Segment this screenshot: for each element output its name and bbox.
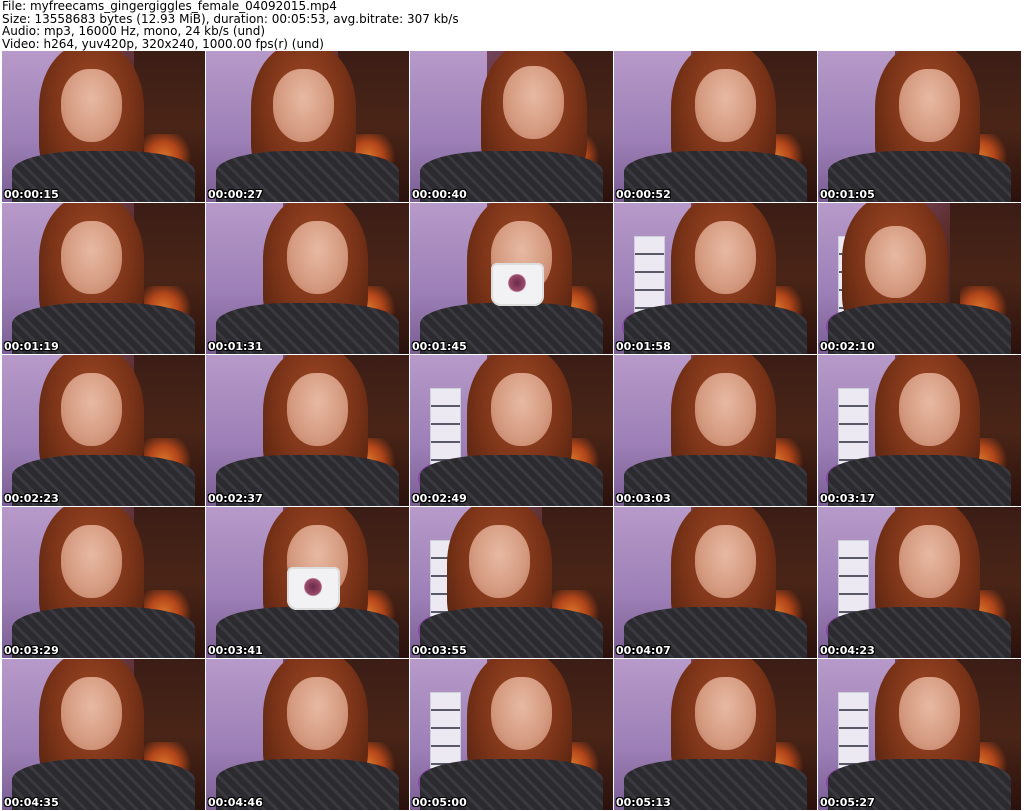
video-thumbnail: 00:05:00	[410, 659, 613, 810]
video-thumbnail: 00:03:29	[2, 507, 205, 658]
person-face	[287, 221, 349, 294]
thumbnail-timestamp: 00:01:19	[4, 340, 59, 353]
thumbnail-timestamp: 00:03:17	[820, 492, 875, 505]
video-thumbnail: 00:00:40	[410, 51, 613, 202]
person-face	[272, 69, 334, 142]
video-info-line: Video: h264, yuv420p, 320x240, 1000.00 f…	[2, 36, 324, 51]
thumbnail-grid: 00:00:15 00:00:27 00:00:40 00:00:52 00:01:05…	[2, 51, 1021, 810]
video-thumbnail: 00:02:10	[818, 203, 1021, 354]
video-thumbnail: 00:04:07	[614, 507, 817, 658]
thumbnail-timestamp: 00:02:49	[412, 492, 467, 505]
thumbnail-timestamp: 00:01:45	[412, 340, 467, 353]
person-face	[695, 373, 757, 446]
video-thumbnail: 00:00:27	[206, 51, 409, 202]
coffee-mug	[491, 263, 544, 306]
video-thumbnail: 00:03:55	[410, 507, 613, 658]
video-thumbnail: 00:02:37	[206, 355, 409, 506]
file-info-header: File: myfreecams_gingergiggles_female_04…	[2, 0, 1022, 50]
person-face	[60, 677, 122, 750]
thumbnail-timestamp: 00:02:23	[4, 492, 59, 505]
video-thumbnail: 00:01:05	[818, 51, 1021, 202]
person-face	[864, 225, 926, 299]
coffee-mug	[287, 567, 340, 610]
person-face	[60, 525, 122, 598]
thumbnail-timestamp: 00:04:23	[820, 644, 875, 657]
thumbnail-timestamp: 00:01:31	[208, 340, 263, 353]
thumbnail-timestamp: 00:03:29	[4, 644, 59, 657]
video-thumbnail: 00:00:15	[2, 51, 205, 202]
person-face	[287, 373, 349, 446]
person-face	[695, 677, 757, 750]
person-face	[899, 373, 961, 446]
video-thumbnail: 00:04:46	[206, 659, 409, 810]
video-thumbnail: 00:05:13	[614, 659, 817, 810]
person-face	[468, 525, 530, 598]
person-face	[60, 221, 122, 294]
person-face	[491, 677, 553, 750]
video-thumbnail: 00:01:31	[206, 203, 409, 354]
video-thumbnail: 00:04:35	[2, 659, 205, 810]
video-thumbnail: 00:01:19	[2, 203, 205, 354]
person-face	[899, 525, 961, 598]
thumbnail-timestamp: 00:00:40	[412, 188, 467, 201]
thumbnail-timestamp: 00:03:03	[616, 492, 671, 505]
thumbnail-timestamp: 00:02:10	[820, 340, 875, 353]
person-face	[695, 69, 757, 142]
person-face	[60, 373, 122, 446]
video-thumbnail: 00:03:17	[818, 355, 1021, 506]
person-face	[695, 221, 757, 294]
audio-info-line: Audio: mp3, 16000 Hz, mono, 24 kb/s (und…	[2, 24, 266, 38]
thumbnail-timestamp: 00:01:05	[820, 188, 875, 201]
thumbnail-timestamp: 00:03:41	[208, 644, 263, 657]
thumbnail-timestamp: 00:04:07	[616, 644, 671, 657]
person-face	[899, 69, 961, 142]
person-face	[491, 373, 553, 446]
video-thumbnail: 00:01:45	[410, 203, 613, 354]
thumbnail-timestamp: 00:00:27	[208, 188, 263, 201]
thumbnail-timestamp: 00:04:35	[4, 796, 59, 809]
person-face	[695, 525, 757, 598]
video-thumbnail: 00:02:23	[2, 355, 205, 506]
person-face	[287, 677, 349, 750]
video-thumbnail: 00:03:03	[614, 355, 817, 506]
thumbnail-timestamp: 00:02:37	[208, 492, 263, 505]
person-face	[503, 66, 565, 139]
file-name-line: File: myfreecams_gingergiggles_female_04…	[2, 0, 337, 13]
video-thumbnail: 00:03:41	[206, 507, 409, 658]
thumbnail-timestamp: 00:05:13	[616, 796, 671, 809]
person-face	[899, 677, 961, 750]
video-thumbnail: 00:02:49	[410, 355, 613, 506]
thumbnail-timestamp: 00:03:55	[412, 644, 467, 657]
thumbnail-timestamp: 00:05:00	[412, 796, 467, 809]
video-thumbnail: 00:01:58	[614, 203, 817, 354]
thumbnail-timestamp: 00:01:58	[616, 340, 671, 353]
thumbnail-timestamp: 00:04:46	[208, 796, 263, 809]
thumbnail-timestamp: 00:00:15	[4, 188, 59, 201]
thumbnail-timestamp: 00:05:27	[820, 796, 875, 809]
person-face	[60, 69, 122, 142]
video-thumbnail: 00:04:23	[818, 507, 1021, 658]
video-thumbnail: 00:05:27	[818, 659, 1021, 810]
video-thumbnail: 00:00:52	[614, 51, 817, 202]
thumbnail-timestamp: 00:00:52	[616, 188, 671, 201]
